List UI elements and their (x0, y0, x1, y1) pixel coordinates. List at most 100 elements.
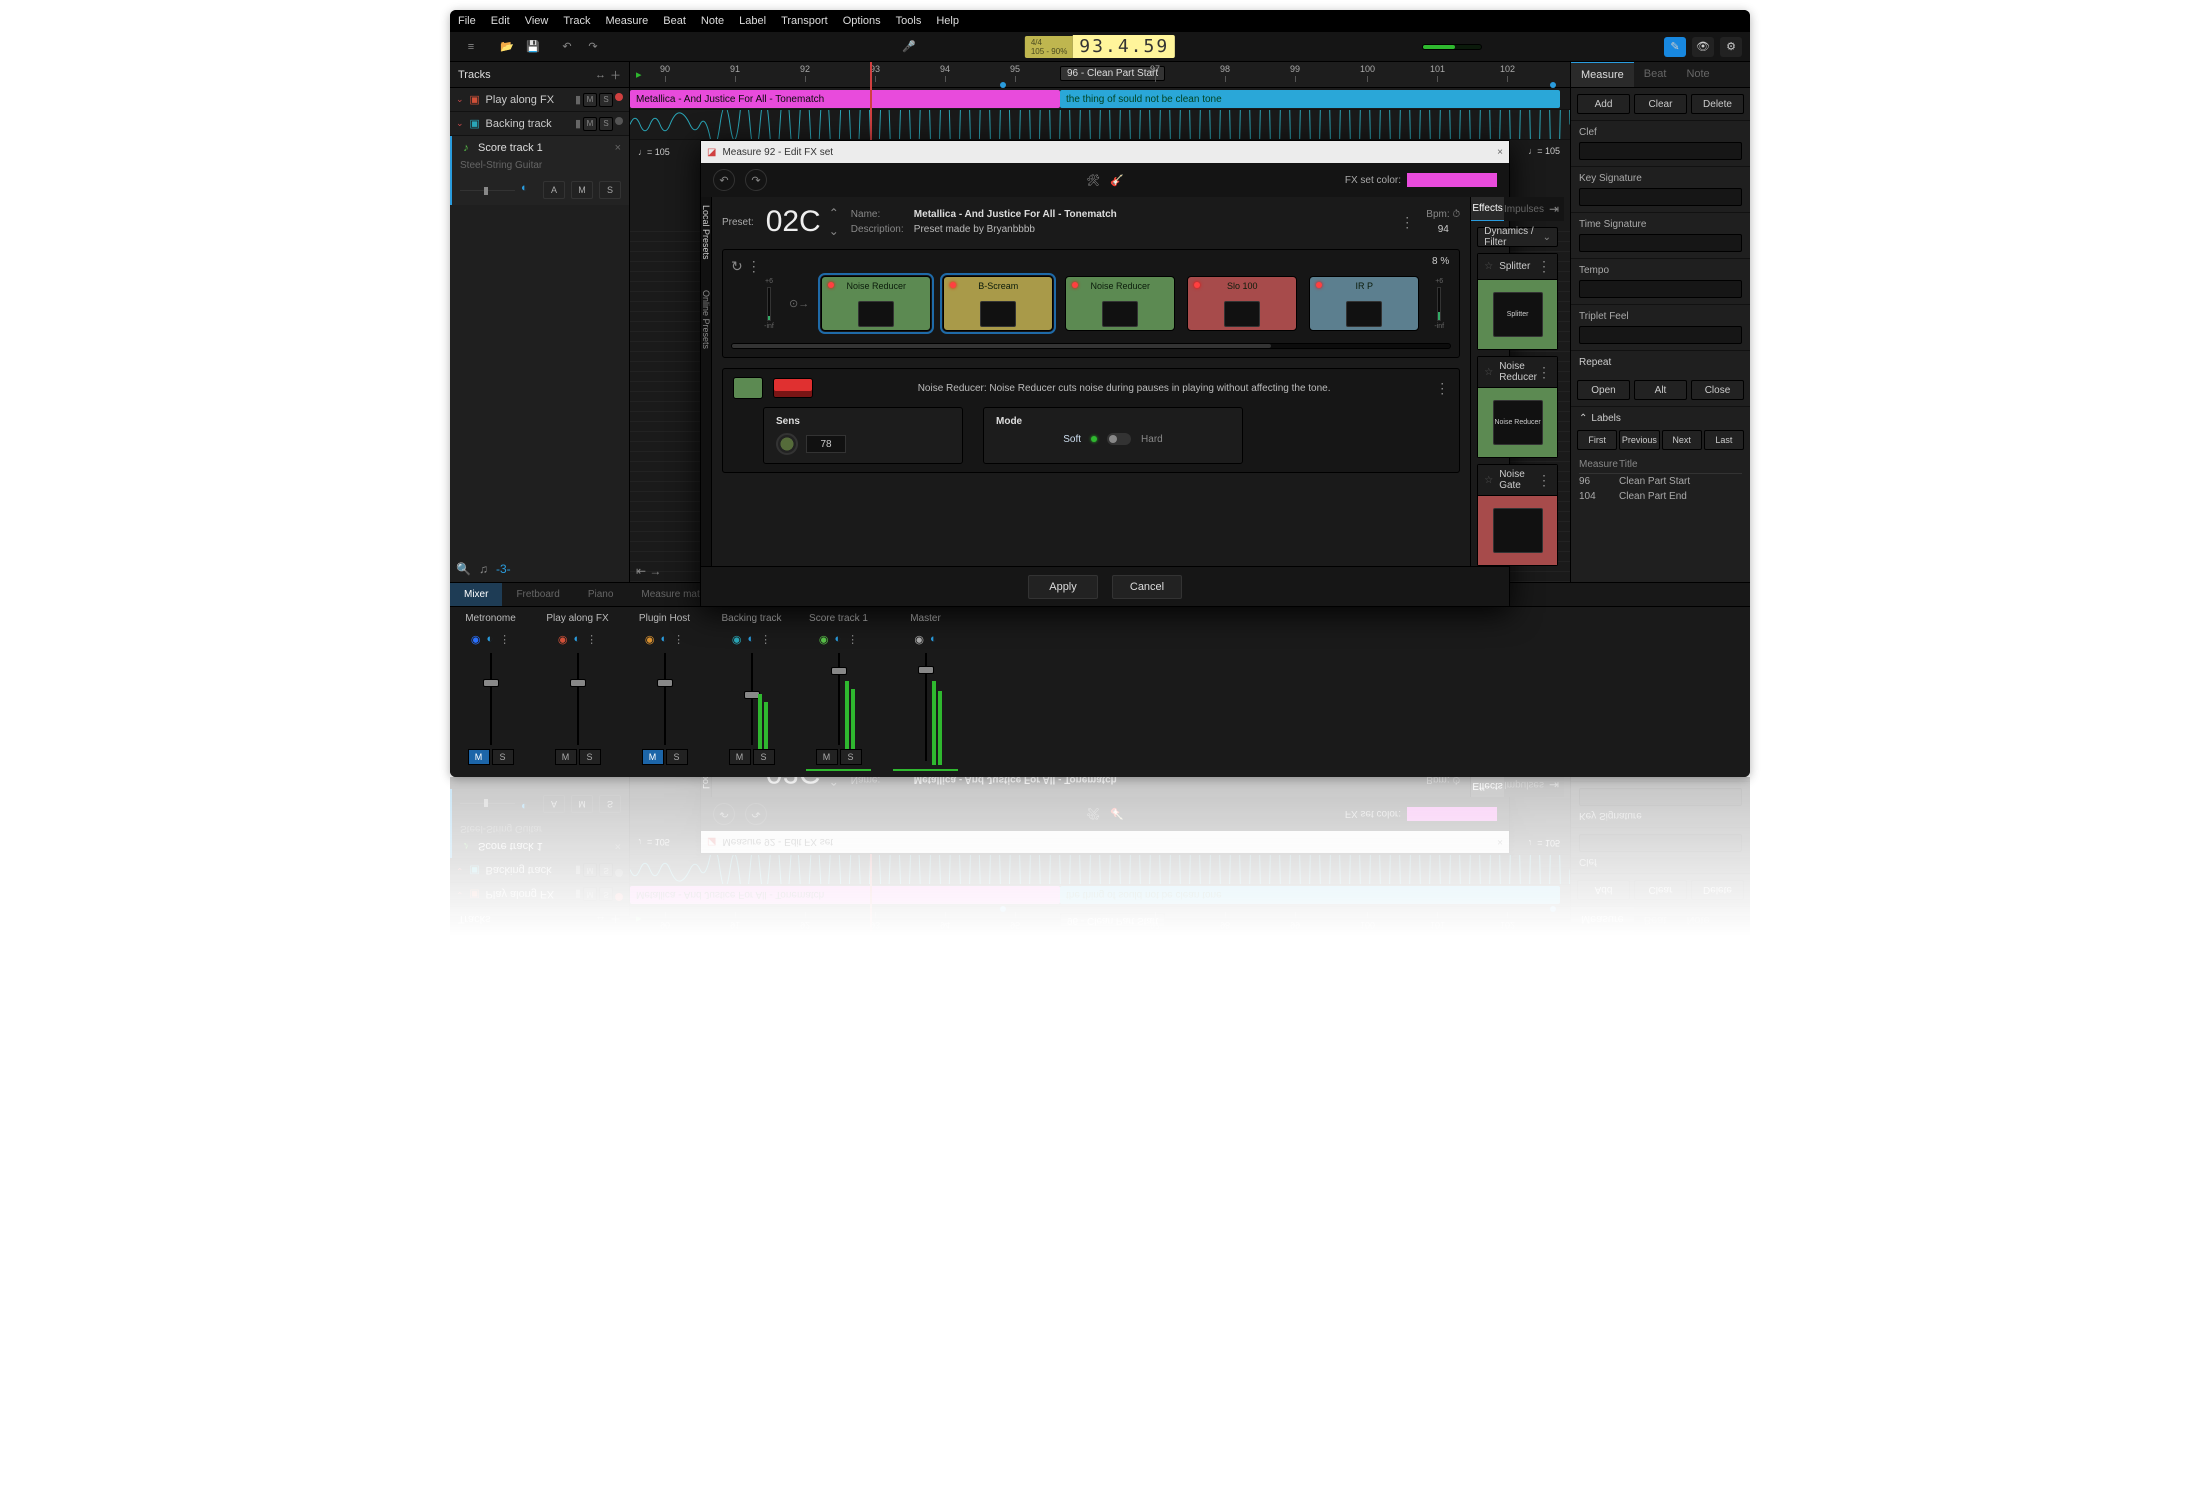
tab-beat[interactable]: Beat (1634, 907, 1677, 932)
field-clef[interactable]: Clef (1571, 121, 1750, 167)
expand-icon[interactable]: ⇤ → (636, 564, 661, 578)
undo-icon[interactable]: ↶ (556, 36, 578, 58)
preset-source-tabs[interactable]: Local Presets Online Presets (701, 777, 712, 797)
menu-transport[interactable]: Transport (781, 967, 828, 977)
volume-fader[interactable] (458, 649, 523, 749)
preset-down-icon[interactable]: ⌄ (829, 224, 839, 238)
pedal-menu-icon[interactable]: ⋮ (1435, 380, 1449, 397)
preset-source-tabs[interactable]: Local Presets Online Presets (701, 197, 712, 566)
chevron-down-icon[interactable]: ⌄ (456, 94, 464, 105)
track-row[interactable]: ⌄▣Backing track▮MS (450, 858, 629, 882)
field-key-signature[interactable]: Key Signature (1571, 781, 1750, 827)
menu-help[interactable]: Help (936, 15, 959, 27)
pan-icon[interactable]: ◐ (521, 796, 537, 812)
fx-color-swatch[interactable] (1407, 807, 1497, 821)
volume-fader[interactable] (806, 649, 871, 749)
menu-track[interactable]: Track (563, 967, 590, 977)
preset-menu-icon[interactable]: ⋮ (1400, 214, 1414, 231)
track-bar-icon[interactable]: ▮ (575, 864, 581, 878)
selected-track[interactable]: ♪ Score track 1 × Steel-String Guitar ◐ … (450, 136, 629, 205)
pedal-slo-100[interactable]: Slo 100 (1187, 276, 1297, 331)
repeat-open-button[interactable]: Open (1577, 380, 1630, 400)
dialog-close-icon[interactable]: × (1497, 147, 1503, 158)
menu-note[interactable]: Note (701, 15, 724, 27)
pan-knob[interactable]: ◐ (573, 633, 580, 645)
mute-button[interactable]: M (729, 749, 751, 765)
menu-beat[interactable]: Beat (663, 967, 686, 977)
strip-menu-icon[interactable]: ⋮ (673, 633, 684, 646)
guitar-icon[interactable]: 🎸 (1110, 808, 1124, 821)
mute-button[interactable]: M (583, 888, 597, 902)
pan-knob[interactable]: ◐ (660, 633, 667, 645)
menu-view[interactable]: View (525, 15, 549, 27)
undo-icon[interactable]: ↶ (556, 937, 578, 959)
pan-knob[interactable]: ◐ (486, 633, 493, 645)
repeat-close-button[interactable]: Close (1691, 380, 1744, 400)
menu-options[interactable]: Options (843, 967, 881, 977)
volume-fader[interactable] (719, 649, 784, 749)
open-icon[interactable]: 📂 (496, 36, 518, 58)
ruler-tick[interactable]: 101 (1430, 907, 1445, 932)
ruler-tick[interactable]: 94 (940, 907, 950, 932)
mute-button[interactable]: M (571, 181, 593, 199)
mode-toggle[interactable] (1107, 433, 1131, 445)
volume-fader[interactable] (632, 649, 697, 749)
view-button[interactable]: 👁 (1692, 37, 1714, 57)
pedal-b-scream[interactable]: B-Scream (943, 276, 1053, 331)
audio-lane-backing[interactable] (630, 854, 1570, 884)
search-icon[interactable]: 🔍 (456, 562, 471, 576)
preset-menu-icon[interactable]: ⋮ (1400, 777, 1414, 781)
ruler-tick[interactable]: 100 (1360, 907, 1375, 932)
ruler-tick[interactable]: 95 (1010, 907, 1020, 932)
mixer-strip[interactable]: Play along FX◉◐⋮MS (545, 613, 610, 771)
label-next-button[interactable]: Next (1662, 430, 1702, 450)
pedal-noise-reducer[interactable]: Noise Reducer (821, 276, 931, 331)
label-first-button[interactable]: First (1577, 430, 1617, 450)
solo-button[interactable]: S (599, 117, 613, 131)
tab-effects[interactable]: Effects (1471, 777, 1504, 797)
menu-measure[interactable]: Measure (605, 15, 648, 27)
tab-note[interactable]: Note (1676, 62, 1719, 87)
repeat-alt-button[interactable]: Alt (1634, 380, 1687, 400)
field-triplet-feel[interactable]: Triplet Feel (1571, 305, 1750, 351)
menu-help[interactable]: Help (936, 967, 959, 977)
menu-file[interactable]: File (458, 15, 476, 27)
mic-icon[interactable]: 🎤 (898, 36, 920, 58)
collapse-icon[interactable]: ↔ (595, 69, 606, 81)
selected-track[interactable]: ♪ Score track 1 × Steel-String Guitar ◐ … (450, 789, 629, 858)
favorite-icon[interactable]: ☆ (1484, 261, 1493, 272)
ruler-tick[interactable]: 98 (1220, 62, 1230, 87)
ruler-tick[interactable]: 91 (730, 62, 740, 87)
dialog-titlebar[interactable]: ◪ Measure 92 - Edit FX set × (701, 141, 1509, 163)
strip-menu-icon[interactable]: ⋮ (499, 633, 510, 646)
ruler-tick[interactable]: 99 (1290, 62, 1300, 87)
solo-button[interactable]: S (840, 749, 862, 765)
wrench-icon[interactable]: 🛠 (1086, 174, 1100, 187)
labels-section[interactable]: ⌃Labels (1571, 407, 1750, 430)
tab-effects[interactable]: Effects (1471, 197, 1504, 221)
menu-track[interactable]: Track (563, 15, 590, 27)
ruler-tick[interactable]: 92 (800, 907, 810, 932)
properties-tabs[interactable]: MeasureBeatNote (1571, 906, 1750, 932)
solo-button[interactable]: S (599, 181, 621, 199)
fx-category-select[interactable]: Dynamics / Filter⌄ (1477, 227, 1558, 247)
menubar[interactable]: FileEditViewTrackMeasureBeatNoteLabelTra… (450, 962, 1750, 977)
solo-button[interactable]: S (599, 864, 613, 878)
save-icon[interactable]: 💾 (522, 36, 544, 58)
strip-icon[interactable]: ◉ (819, 633, 829, 646)
menu-icon[interactable]: ≡ (460, 36, 482, 58)
field-tempo[interactable]: Tempo (1571, 259, 1750, 305)
solo-button[interactable]: S (599, 795, 621, 813)
ruler-tick[interactable]: 97 (1150, 62, 1160, 87)
favorite-icon[interactable]: ☆ (1484, 367, 1493, 378)
track-bar-icon[interactable]: ▮ (575, 117, 581, 131)
tab-local-presets[interactable]: Local Presets (701, 205, 711, 260)
chevron-down-icon[interactable]: ⌄ (456, 118, 464, 129)
strip-menu-icon[interactable]: ⋮ (847, 633, 858, 646)
redo-icon[interactable]: ↷ (582, 937, 604, 959)
properties-tabs[interactable]: MeasureBeatNote (1571, 62, 1750, 88)
clip-lane-fx[interactable]: Metallica - And Justice For All - Tonema… (630, 88, 1570, 110)
ruler-tick[interactable]: 99 (1290, 907, 1300, 932)
solo-button[interactable]: S (579, 749, 601, 765)
solo-button[interactable]: S (666, 749, 688, 765)
